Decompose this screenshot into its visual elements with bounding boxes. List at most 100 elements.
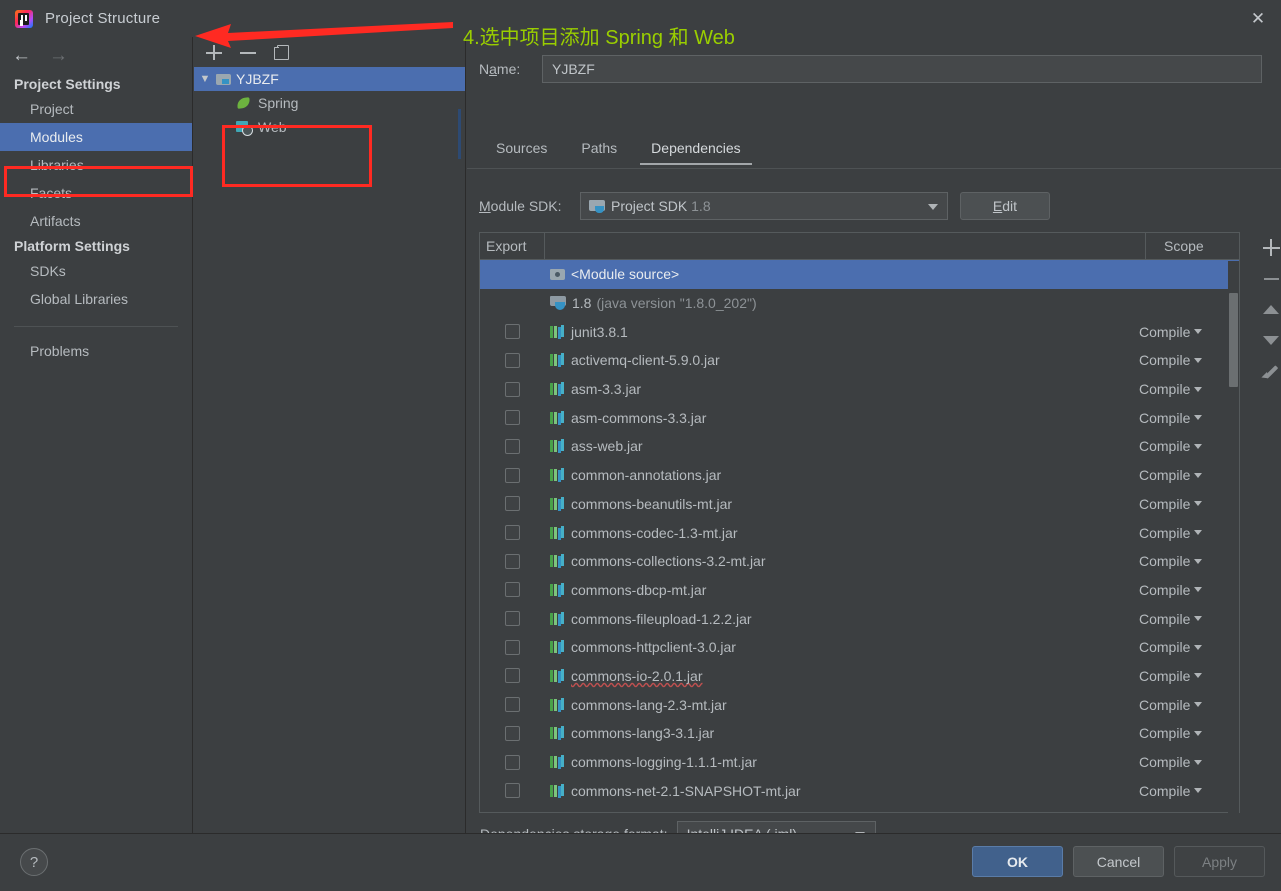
module-name-input[interactable] bbox=[542, 55, 1262, 83]
export-checkbox-cell[interactable] bbox=[480, 582, 545, 598]
table-row[interactable]: ass-web.jar Compile bbox=[480, 432, 1239, 461]
export-checkbox[interactable] bbox=[505, 783, 520, 799]
table-row[interactable]: commons-lang3-3.1.jar Compile bbox=[480, 719, 1239, 748]
table-row[interactable]: commons-fileupload-1.2.2.jar Compile bbox=[480, 604, 1239, 633]
apply-button[interactable]: Apply bbox=[1174, 846, 1265, 877]
sidebar-item-artifacts[interactable]: Artifacts bbox=[0, 207, 192, 235]
scope-cell[interactable]: Compile bbox=[1139, 725, 1239, 741]
export-checkbox[interactable] bbox=[505, 525, 520, 541]
scope-cell[interactable]: Compile bbox=[1139, 582, 1239, 598]
export-checkbox[interactable] bbox=[505, 438, 520, 454]
table-row[interactable]: asm-commons-3.3.jar Compile bbox=[480, 403, 1239, 432]
export-checkbox-cell[interactable] bbox=[480, 783, 545, 799]
scope-cell[interactable]: Compile bbox=[1139, 496, 1239, 512]
table-row[interactable]: commons-dbcp-mt.jar Compile bbox=[480, 576, 1239, 605]
table-row[interactable]: common-annotations.jar Compile bbox=[480, 461, 1239, 490]
export-checkbox-cell[interactable] bbox=[480, 496, 545, 512]
scope-cell[interactable]: Compile bbox=[1139, 438, 1239, 454]
export-checkbox-cell[interactable] bbox=[480, 381, 545, 397]
tree-node-web[interactable]: Web bbox=[194, 115, 465, 139]
table-row[interactable]: activemq-client-5.9.0.jar Compile bbox=[480, 346, 1239, 375]
table-row[interactable]: commons-codec-1.3-mt.jar Compile bbox=[480, 518, 1239, 547]
export-checkbox[interactable] bbox=[505, 553, 520, 569]
ok-button[interactable]: OK bbox=[972, 846, 1063, 877]
export-checkbox-cell[interactable] bbox=[480, 754, 545, 770]
edit-sdk-button[interactable]: Edit bbox=[960, 192, 1050, 220]
export-checkbox[interactable] bbox=[505, 697, 520, 713]
scope-cell[interactable]: Compile bbox=[1139, 783, 1239, 799]
export-checkbox[interactable] bbox=[505, 467, 520, 483]
table-row[interactable]: commons-lang-2.3-mt.jar Compile bbox=[480, 690, 1239, 719]
export-checkbox-cell[interactable] bbox=[480, 553, 545, 569]
table-row[interactable]: commons-net-2.1-SNAPSHOT-mt.jar Compile bbox=[480, 776, 1239, 805]
export-checkbox-cell[interactable] bbox=[480, 668, 545, 684]
plus-icon[interactable] bbox=[1256, 232, 1281, 263]
export-checkbox-cell[interactable] bbox=[480, 697, 545, 713]
export-checkbox[interactable] bbox=[505, 324, 520, 340]
arrow-down-icon[interactable] bbox=[1256, 325, 1281, 356]
module-sdk-select[interactable]: Project SDK 1.8 bbox=[580, 192, 948, 220]
tab-dependencies[interactable]: Dependencies bbox=[634, 137, 758, 165]
export-checkbox-cell[interactable] bbox=[480, 410, 545, 426]
copy-icon[interactable] bbox=[273, 43, 291, 61]
export-checkbox-cell[interactable] bbox=[480, 525, 545, 541]
export-checkbox[interactable] bbox=[505, 611, 520, 627]
scope-cell[interactable]: Compile bbox=[1139, 668, 1239, 684]
tab-sources[interactable]: Sources bbox=[479, 137, 564, 165]
export-checkbox[interactable] bbox=[505, 639, 520, 655]
scope-cell[interactable]: Compile bbox=[1139, 324, 1239, 340]
cancel-button[interactable]: Cancel bbox=[1073, 846, 1164, 877]
tree-node-yjbzf[interactable]: ▼ YJBZF bbox=[194, 67, 465, 91]
scope-cell[interactable]: Compile bbox=[1139, 697, 1239, 713]
minus-icon[interactable] bbox=[1256, 263, 1281, 294]
scope-cell[interactable]: Compile bbox=[1139, 381, 1239, 397]
table-row[interactable]: commons-beanutils-mt.jar Compile bbox=[480, 490, 1239, 519]
scope-cell[interactable]: Compile bbox=[1139, 553, 1239, 569]
arrow-right-icon[interactable]: → bbox=[49, 46, 68, 65]
table-row[interactable]: commons-collections-3.2-mt.jar Compile bbox=[480, 547, 1239, 576]
export-checkbox[interactable] bbox=[505, 352, 520, 368]
dependencies-scrollbar-thumb[interactable] bbox=[1229, 293, 1238, 387]
sidebar-item-sdks[interactable]: SDKs bbox=[0, 257, 192, 285]
export-checkbox-cell[interactable] bbox=[480, 611, 545, 627]
export-checkbox-cell[interactable] bbox=[480, 639, 545, 655]
scope-cell[interactable]: Compile bbox=[1139, 639, 1239, 655]
table-row[interactable]: 1.8 (java version "1.8.0_202") bbox=[480, 289, 1239, 318]
table-row[interactable]: <Module source> bbox=[480, 260, 1239, 289]
export-checkbox-cell[interactable] bbox=[480, 352, 545, 368]
scope-cell[interactable]: Compile bbox=[1139, 525, 1239, 541]
export-checkbox-cell[interactable] bbox=[480, 438, 545, 454]
scope-cell[interactable]: Compile bbox=[1139, 467, 1239, 483]
scope-cell[interactable]: Compile bbox=[1139, 754, 1239, 770]
close-icon[interactable]: ✕ bbox=[1235, 0, 1281, 37]
sidebar-item-libraries[interactable]: Libraries bbox=[0, 151, 192, 179]
sidebar-item-facets[interactable]: Facets bbox=[0, 179, 192, 207]
tab-paths[interactable]: Paths bbox=[564, 137, 634, 165]
table-row[interactable]: asm-3.3.jar Compile bbox=[480, 375, 1239, 404]
arrow-left-icon[interactable]: ← bbox=[12, 46, 31, 65]
scope-cell[interactable]: Compile bbox=[1139, 611, 1239, 627]
pencil-icon[interactable] bbox=[1256, 356, 1281, 387]
export-checkbox-cell[interactable] bbox=[480, 324, 545, 340]
export-checkbox[interactable] bbox=[505, 668, 520, 684]
scope-cell[interactable]: Compile bbox=[1139, 352, 1239, 368]
sidebar-item-modules[interactable]: Modules bbox=[0, 123, 192, 151]
dependencies-scrollbar[interactable] bbox=[1228, 261, 1239, 813]
minus-icon[interactable] bbox=[239, 43, 257, 61]
export-checkbox-cell[interactable] bbox=[480, 467, 545, 483]
plus-icon[interactable] bbox=[205, 43, 223, 61]
sidebar-item-global-libraries[interactable]: Global Libraries bbox=[0, 285, 192, 313]
sidebar-item-problems[interactable]: Problems bbox=[0, 337, 192, 365]
table-row[interactable]: junit3.8.1 Compile bbox=[480, 317, 1239, 346]
sidebar-item-project[interactable]: Project bbox=[0, 95, 192, 123]
export-checkbox-cell[interactable] bbox=[480, 725, 545, 741]
export-checkbox[interactable] bbox=[505, 381, 520, 397]
table-row[interactable]: commons-httpclient-3.0.jar Compile bbox=[480, 633, 1239, 662]
scope-cell[interactable]: Compile bbox=[1139, 410, 1239, 426]
table-row[interactable]: commons-io-2.0.1.jar Compile bbox=[480, 662, 1239, 691]
export-checkbox[interactable] bbox=[505, 496, 520, 512]
export-checkbox[interactable] bbox=[505, 725, 520, 741]
export-checkbox[interactable] bbox=[505, 582, 520, 598]
help-question-icon[interactable]: ? bbox=[20, 848, 48, 876]
tree-node-spring[interactable]: Spring bbox=[194, 91, 465, 115]
